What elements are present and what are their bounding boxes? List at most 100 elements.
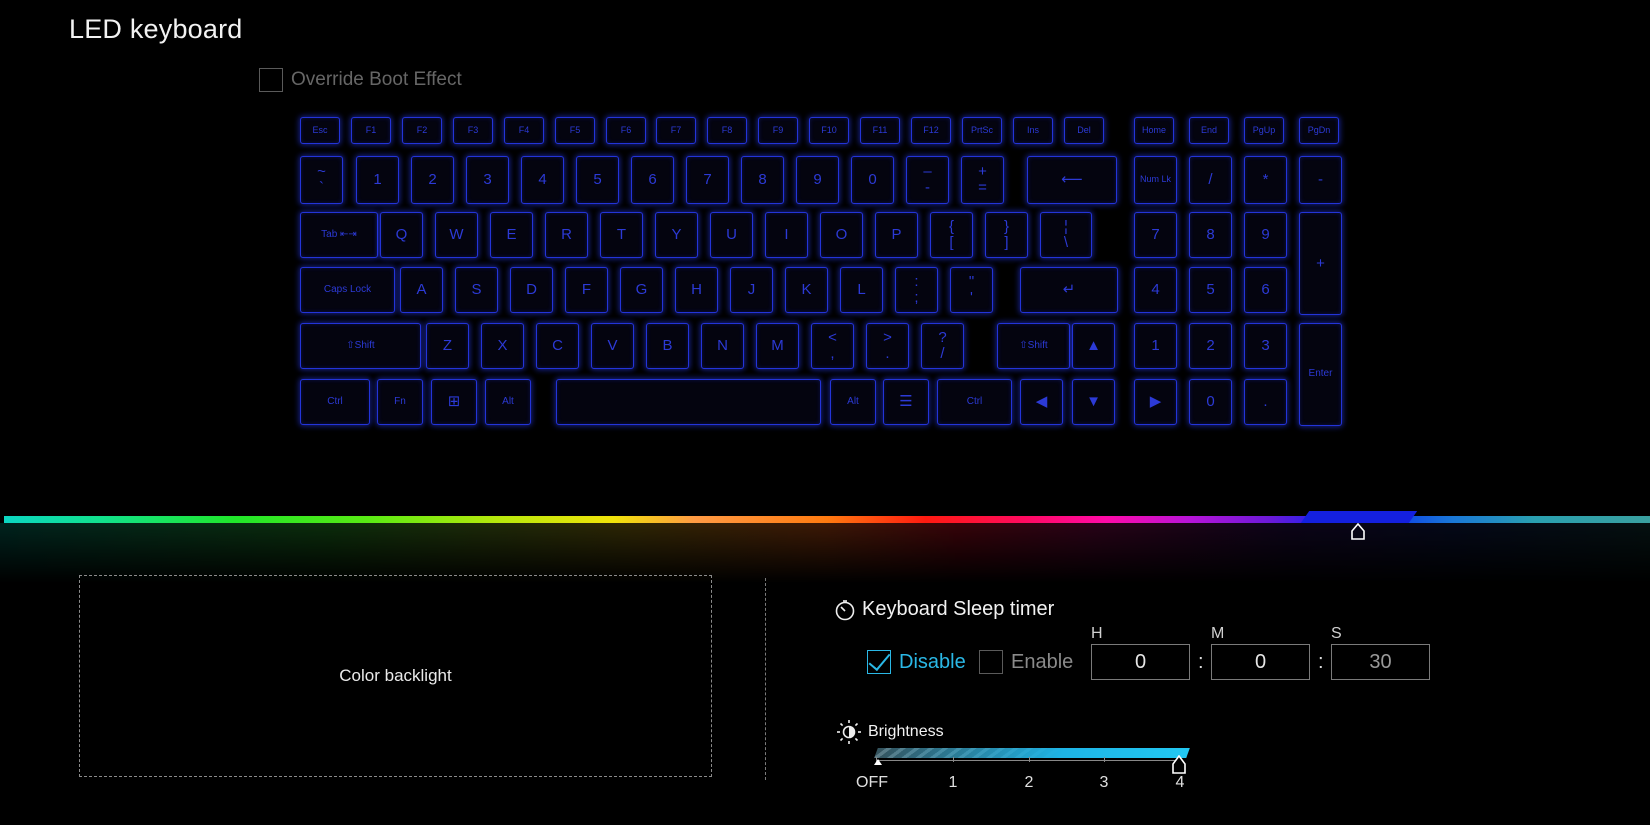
key[interactable]: ▲ <box>1072 323 1115 369</box>
sleep-disable-option[interactable]: Disable <box>867 650 966 674</box>
key[interactable]: J <box>730 267 773 313</box>
minutes-input[interactable]: 0 <box>1211 644 1310 680</box>
key[interactable]: ⟵ <box>1027 156 1117 204</box>
key[interactable]: 8 <box>741 156 784 204</box>
key[interactable]: F2 <box>402 117 442 144</box>
key[interactable]: { [ <box>930 212 973 258</box>
sleep-enable-option[interactable]: Enable <box>979 650 1073 674</box>
key[interactable]: 7 <box>1134 212 1177 258</box>
key[interactable]: 3 <box>1244 323 1287 369</box>
key[interactable]: Enter <box>1299 323 1342 426</box>
key[interactable]: 3 <box>466 156 509 204</box>
key[interactable]: F8 <box>707 117 747 144</box>
key[interactable]: Alt <box>830 379 876 425</box>
override-boot-effect-option[interactable]: Override Boot Effect <box>259 68 462 92</box>
key[interactable]: F4 <box>504 117 544 144</box>
key[interactable]: . <box>1244 379 1287 425</box>
key[interactable]: * <box>1244 156 1287 204</box>
key[interactable]: ¦ \ <box>1040 212 1092 258</box>
key[interactable]: Alt <box>485 379 531 425</box>
color-picker-handle-icon[interactable] <box>1350 523 1366 541</box>
brightness-slider-track[interactable] <box>874 748 1190 758</box>
key[interactable]: N <box>701 323 744 369</box>
key[interactable]: R <box>545 212 588 258</box>
key[interactable]: + = <box>961 156 1004 204</box>
key[interactable]: > . <box>866 323 909 369</box>
key[interactable]: M <box>756 323 799 369</box>
key[interactable] <box>556 379 821 425</box>
key[interactable]: U <box>710 212 753 258</box>
key[interactable]: ◀ <box>1020 379 1063 425</box>
key[interactable]: ⇧Shift <box>300 323 421 369</box>
key[interactable]: V <box>591 323 634 369</box>
key[interactable]: 7 <box>686 156 729 204</box>
key[interactable]: – - <box>906 156 949 204</box>
key[interactable]: F6 <box>606 117 646 144</box>
key[interactable]: Ins <box>1013 117 1053 144</box>
override-boot-effect-checkbox[interactable] <box>259 68 283 92</box>
key[interactable]: F11 <box>860 117 900 144</box>
key[interactable]: " ' <box>950 267 993 313</box>
key[interactable]: F12 <box>911 117 951 144</box>
hours-input[interactable]: 0 <box>1091 644 1190 680</box>
key[interactable]: G <box>620 267 663 313</box>
key[interactable]: P <box>875 212 918 258</box>
key[interactable]: S <box>455 267 498 313</box>
key[interactable]: 1 <box>1134 323 1177 369</box>
key[interactable]: E <box>490 212 533 258</box>
key[interactable]: ⇧Shift <box>997 323 1070 369</box>
key[interactable]: 8 <box>1189 212 1232 258</box>
key[interactable]: - <box>1299 156 1342 204</box>
key[interactable]: W <box>435 212 478 258</box>
key[interactable]: F1 <box>351 117 391 144</box>
key[interactable]: Y <box>655 212 698 258</box>
key[interactable]: ▶ <box>1134 379 1177 425</box>
key[interactable]: PgUp <box>1244 117 1284 144</box>
key[interactable]: I <box>765 212 808 258</box>
key[interactable]: F7 <box>656 117 696 144</box>
key[interactable]: 4 <box>1134 267 1177 313</box>
key[interactable]: L <box>840 267 883 313</box>
key[interactable]: ? / <box>921 323 964 369</box>
key[interactable]: Home <box>1134 117 1174 144</box>
key[interactable]: 2 <box>411 156 454 204</box>
seconds-input[interactable]: 30 <box>1331 644 1430 680</box>
key[interactable]: End <box>1189 117 1229 144</box>
key[interactable]: O <box>820 212 863 258</box>
key[interactable]: PgDn <box>1299 117 1339 144</box>
key[interactable]: Z <box>426 323 469 369</box>
key[interactable]: A <box>400 267 443 313</box>
key[interactable]: 5 <box>1189 267 1232 313</box>
key[interactable]: Fn <box>377 379 423 425</box>
key[interactable]: Del <box>1064 117 1104 144</box>
key[interactable]: C <box>536 323 579 369</box>
key[interactable]: X <box>481 323 524 369</box>
key[interactable]: Q <box>380 212 423 258</box>
key[interactable]: F5 <box>555 117 595 144</box>
key[interactable]: 0 <box>1189 379 1232 425</box>
key[interactable]: ▼ <box>1072 379 1115 425</box>
key[interactable]: 1 <box>356 156 399 204</box>
key[interactable]: F10 <box>809 117 849 144</box>
key[interactable]: Num Lk <box>1134 156 1177 204</box>
key[interactable]: F <box>565 267 608 313</box>
key[interactable]: H <box>675 267 718 313</box>
key[interactable]: 0 <box>851 156 894 204</box>
key[interactable]: ~ ` <box>300 156 343 204</box>
key[interactable]: K <box>785 267 828 313</box>
key[interactable]: 6 <box>1244 267 1287 313</box>
key[interactable]: + <box>1299 212 1342 315</box>
sleep-disable-checkbox[interactable] <box>867 650 891 674</box>
key[interactable]: 4 <box>521 156 564 204</box>
key[interactable]: 5 <box>576 156 619 204</box>
key[interactable]: Ctrl <box>937 379 1012 425</box>
key[interactable]: ☰ <box>883 379 929 425</box>
key[interactable]: < , <box>811 323 854 369</box>
brightness-slider-thumb-icon[interactable] <box>1171 755 1187 775</box>
key[interactable]: Caps Lock <box>300 267 395 313</box>
key[interactable]: F3 <box>453 117 493 144</box>
key[interactable]: 9 <box>1244 212 1287 258</box>
key[interactable]: Tab ⇤⇥ <box>300 212 378 258</box>
key[interactable]: ⊞ <box>431 379 477 425</box>
key[interactable]: 9 <box>796 156 839 204</box>
